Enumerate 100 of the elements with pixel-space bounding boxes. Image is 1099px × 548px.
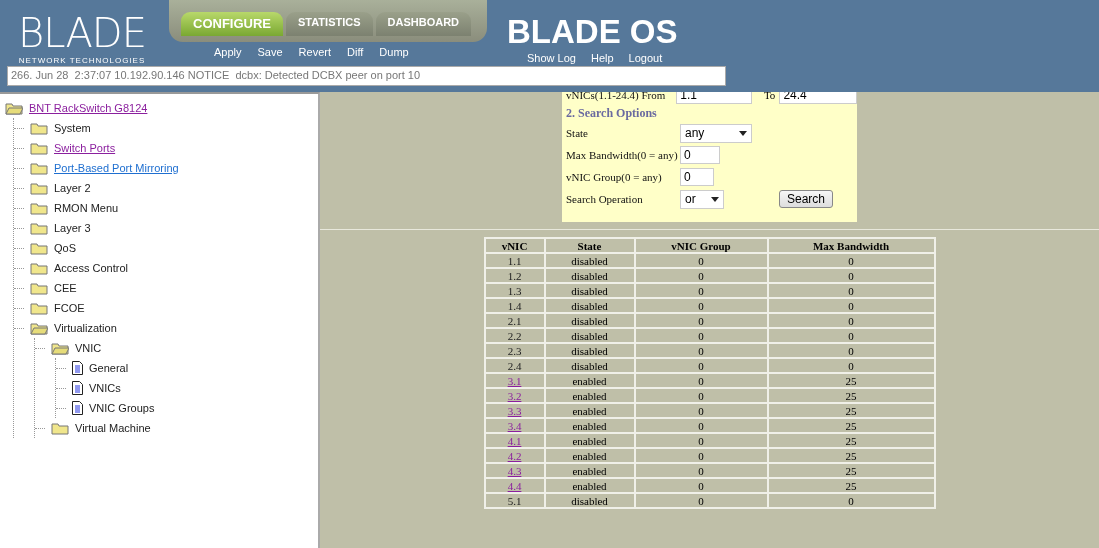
table-cell: disabled	[544, 268, 635, 283]
tree-item[interactable]: Layer 3	[54, 222, 91, 234]
table-cell: 0	[767, 313, 935, 328]
table-cell: disabled	[544, 283, 635, 298]
tree-root[interactable]: BNT RackSwitch G8124	[29, 102, 148, 114]
field-label: vNIC Group(0 = any)	[566, 171, 663, 183]
table-cell: 0	[767, 283, 935, 298]
table-cell: 0	[634, 478, 768, 493]
table-cell: enabled	[544, 448, 635, 463]
tree-item[interactable]: RMON Menu	[54, 202, 119, 214]
product-title: BLADE OS	[507, 12, 678, 50]
table-cell: enabled	[544, 418, 635, 433]
document-icon	[72, 381, 83, 395]
table-cell: 0	[634, 328, 768, 343]
table-cell: disabled	[544, 493, 635, 508]
tree-item[interactable]: Port-Based Port Mirroring	[54, 162, 179, 174]
column-header: vNIC	[484, 238, 545, 253]
table-cell: 0	[634, 463, 768, 478]
table-cell: disabled	[544, 328, 635, 343]
tree-item[interactable]: VNIC Groups	[89, 402, 155, 414]
vnic-id: 2.2	[507, 329, 522, 342]
table-cell: disabled	[544, 358, 635, 373]
table-cell: enabled	[544, 433, 635, 448]
column-header: vNIC Group	[634, 238, 768, 253]
vnic-id: 2.3	[507, 344, 522, 357]
header-link[interactable]: Logout	[628, 52, 663, 64]
input-field[interactable]: 0	[680, 168, 714, 186]
table-cell: disabled	[544, 298, 635, 313]
caret-icon	[711, 196, 719, 202]
tree-item[interactable]: Layer 2	[54, 182, 91, 194]
section-title: 2. Search Options	[566, 104, 658, 122]
tree-item[interactable]: General	[89, 362, 129, 374]
to-label: To	[763, 92, 776, 101]
column-header: State	[544, 238, 635, 253]
tree-item[interactable]: VNIC	[75, 342, 102, 354]
table-cell: 0	[634, 313, 768, 328]
table-cell: 25	[767, 463, 935, 478]
log-message-bar: 266. Jun 28 2:37:07 10.192.90.146 NOTICE dcbx: Detected DCBX peer on port 10	[7, 66, 726, 86]
vnic-id: 1.3	[507, 284, 522, 297]
header-link[interactable]: Help	[590, 52, 614, 64]
tree-item[interactable]: Virtualization	[54, 322, 117, 334]
table-cell: 25	[767, 478, 935, 493]
table-cell: 0	[634, 418, 768, 433]
table-cell: 25	[767, 433, 935, 448]
table-cell: disabled	[544, 343, 635, 358]
tree-item[interactable]: System	[54, 122, 91, 134]
action-link[interactable]: Dump	[379, 46, 409, 58]
document-icon	[72, 401, 83, 415]
vnic-id: 2.1	[507, 314, 522, 327]
table-cell: 0	[767, 358, 935, 373]
tree-item[interactable]: CEE	[54, 282, 77, 294]
table-cell: 0	[634, 493, 768, 508]
table-cell: enabled	[544, 463, 635, 478]
vnic-id: 1.1	[507, 254, 522, 267]
tree-item[interactable]: VNICs	[89, 382, 121, 394]
table-cell: 0	[634, 283, 768, 298]
table-cell: 25	[767, 403, 935, 418]
tree-item[interactable]: Access Control	[54, 262, 128, 274]
table-cell: enabled	[544, 373, 635, 388]
dropdown[interactable]: or	[680, 189, 724, 209]
column-header: Max Bandwidth	[767, 238, 935, 253]
tree-item[interactable]: Switch Ports	[54, 142, 116, 154]
table-cell: 0	[634, 403, 768, 418]
range-label: vNICs(1.1-24.4) From	[566, 92, 667, 101]
table-cell: enabled	[544, 478, 635, 493]
vnic-id: 1.2	[507, 269, 522, 282]
table-cell: 25	[767, 418, 935, 433]
table-cell: 0	[634, 343, 768, 358]
table-cell: 0	[634, 388, 768, 403]
logo-subtitle: NETWORK TECHNOLOGIES	[18, 56, 146, 65]
action-link[interactable]: Apply	[214, 46, 242, 58]
table-cell: 0	[767, 328, 935, 343]
field-label: Search Operation	[566, 193, 644, 205]
field-label: Max Bandwidth(0 = any)	[566, 149, 679, 161]
document-icon	[72, 361, 83, 375]
vnic-id: 2.4	[507, 359, 522, 372]
action-link[interactable]: Revert	[298, 46, 331, 58]
table-cell: enabled	[544, 388, 635, 403]
tree-item[interactable]: Virtual Machine	[75, 422, 151, 434]
header-link[interactable]: Show Log	[527, 52, 576, 64]
field-label: State	[566, 127, 589, 139]
tree-item[interactable]: FCOE	[54, 302, 85, 314]
tree-item[interactable]: QoS	[54, 242, 76, 254]
table-cell: 0	[634, 448, 768, 463]
table-cell: disabled	[544, 313, 635, 328]
table-cell: disabled	[544, 253, 635, 268]
table-cell: 0	[634, 253, 768, 268]
search-button[interactable]: Search	[779, 190, 834, 208]
input-field[interactable]: 0	[680, 146, 720, 164]
table-cell: 0	[634, 433, 768, 448]
table-cell: 0	[767, 268, 935, 283]
action-link[interactable]: Save	[257, 46, 283, 58]
vnic-id: 5.1	[507, 494, 522, 507]
logo: BLADE	[18, 14, 146, 52]
dropdown[interactable]: any	[680, 123, 752, 143]
table-cell: 0	[634, 358, 768, 373]
table-cell: 0	[634, 268, 768, 283]
table-cell: 25	[767, 388, 935, 403]
action-link[interactable]: Diff	[347, 46, 364, 58]
table-cell: 25	[767, 448, 935, 463]
